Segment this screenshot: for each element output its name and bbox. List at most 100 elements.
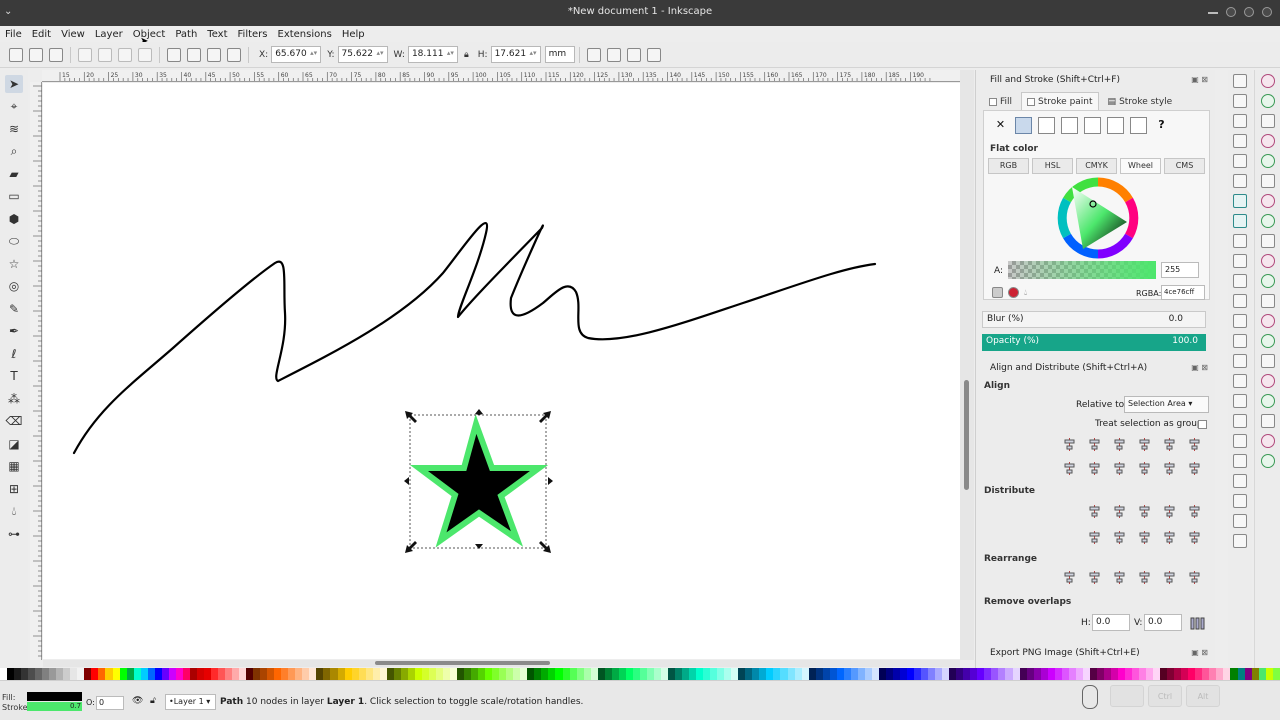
palette-swatch[interactable] [675,668,683,680]
palette-swatch[interactable] [1012,668,1020,680]
menu-file[interactable]: File [0,29,27,40]
exchange-clockwise-button[interactable] [1110,568,1129,587]
palette-swatch[interactable] [857,668,865,680]
opacity-slider[interactable]: Opacity (%) 100.0 [982,334,1206,351]
palette-swatch[interactable] [984,668,992,680]
palette-swatch[interactable] [541,668,549,680]
palette-swatch[interactable] [864,668,872,680]
palette-swatch[interactable] [478,668,486,680]
palette-swatch[interactable] [1125,668,1133,680]
scale-stroke-icon[interactable] [586,47,601,62]
palette-swatch[interactable] [274,668,282,680]
dock-controls-icon[interactable]: ▣ ⊠ [1191,363,1208,372]
palette-swatch[interactable] [822,668,830,680]
palette-swatch[interactable] [1223,668,1231,680]
xml-editor-icon[interactable] [1233,474,1247,488]
layer-lock-icon[interactable]: 🔓︎ [150,696,156,706]
vertical-ruler[interactable] [30,82,42,660]
palette-swatch[interactable] [98,668,106,680]
palette-swatch[interactable] [555,668,563,680]
spray-tool-icon[interactable]: ⁂ [5,390,23,408]
distribute-baseline-v-button[interactable] [1185,528,1204,547]
palette-swatch[interactable] [63,668,71,680]
new-doc-icon[interactable] [1233,74,1247,88]
linear-gradient-icon[interactable] [1038,117,1055,134]
dropper-tool-icon[interactable]: 💧︎ [5,502,23,520]
palette-swatch[interactable] [56,668,64,680]
raise-icon[interactable] [207,47,221,62]
text-font-icon[interactable] [1233,454,1247,468]
color-managed-icon[interactable] [992,287,1003,298]
palette-swatch[interactable] [928,668,936,680]
palette-swatch[interactable] [569,668,577,680]
palette-swatch[interactable] [871,668,879,680]
palette-swatch[interactable] [323,668,331,680]
open-doc-icon[interactable] [1233,94,1247,108]
distribute-center-v-button[interactable] [1110,528,1129,547]
palette-swatch[interactable] [710,668,718,680]
distribute-baseline-h-button[interactable] [1185,502,1204,521]
menu-path[interactable]: Path [170,29,202,40]
palette-swatch[interactable] [527,668,535,680]
horizontal-ruler[interactable]: 15 20 25 30 35 40 45 50 55 60 65 70 75 80 85 90 95 100 105… [42,70,960,82]
snap-others-icon[interactable] [1260,414,1275,428]
palette-swatch[interactable] [147,668,155,680]
palette-swatch[interactable] [302,668,310,680]
palette-swatch[interactable] [450,668,458,680]
palette-swatch[interactable] [1117,668,1125,680]
spin-icon[interactable]: ▴▾ [530,49,537,60]
flip-vertical-icon[interactable] [138,47,152,62]
palette-swatch[interactable] [471,668,479,680]
palette-swatch[interactable] [126,668,134,680]
palette-swatch[interactable] [232,668,240,680]
palette-swatch[interactable] [963,668,971,680]
palette-swatch[interactable] [154,668,162,680]
align-center-v-button[interactable] [1110,459,1129,478]
palette-swatch[interactable] [850,668,858,680]
palette-swatch[interactable] [625,668,633,680]
palette-swatch[interactable] [717,668,725,680]
tab-rgb[interactable]: RGB [988,158,1029,174]
palette-swatch[interactable] [414,668,422,680]
palette-swatch[interactable] [949,668,957,680]
palette-swatch[interactable] [316,668,324,680]
palette-swatch[interactable] [914,668,922,680]
snap-page-icon[interactable] [1260,354,1275,368]
palette-swatch[interactable] [140,668,148,680]
layer-select[interactable]: •Layer 1 ▾ [165,694,216,710]
palette-swatch[interactable] [907,668,915,680]
vertical-scrollbar[interactable] [960,70,974,660]
palette-swatch[interactable] [773,668,781,680]
exchange-z-button[interactable] [1085,568,1104,587]
zoom-selection-icon[interactable] [1233,294,1247,308]
pattern-icon[interactable] [1107,117,1124,134]
menu-object[interactable]: Object [128,29,171,40]
restore-icon[interactable] [1226,7,1236,17]
palette-swatch[interactable] [14,668,22,680]
color-palette[interactable] [0,668,1280,680]
overlap-v-field[interactable]: 0.0 [1144,614,1182,631]
palette-swatch[interactable] [534,668,542,680]
palette-swatch[interactable] [956,668,964,680]
palette-swatch[interactable] [1132,668,1140,680]
palette-swatch[interactable] [295,668,303,680]
lower-to-bottom-icon[interactable] [167,47,181,62]
close-icon[interactable] [1262,7,1272,17]
palette-swatch[interactable] [506,668,514,680]
palette-swatch[interactable] [1258,668,1266,680]
lower-icon[interactable] [187,47,201,62]
treat-group-checkbox[interactable] [1198,420,1207,429]
palette-swatch[interactable] [1202,668,1210,680]
palette-swatch[interactable] [1040,668,1048,680]
palette-swatch[interactable] [182,668,190,680]
palette-swatch[interactable] [1237,668,1245,680]
palette-swatch[interactable] [203,668,211,680]
palette-swatch[interactable] [1068,668,1076,680]
pencil-tool-icon[interactable]: ✎ [5,300,23,318]
palette-swatch[interactable] [0,668,8,680]
export-doc-icon[interactable] [1233,174,1247,188]
spin-icon[interactable]: ▴▾ [310,49,317,60]
palette-swatch[interactable] [942,668,950,680]
y-field[interactable]: 75.622 ▴▾ [337,46,388,63]
palette-swatch[interactable] [977,668,985,680]
